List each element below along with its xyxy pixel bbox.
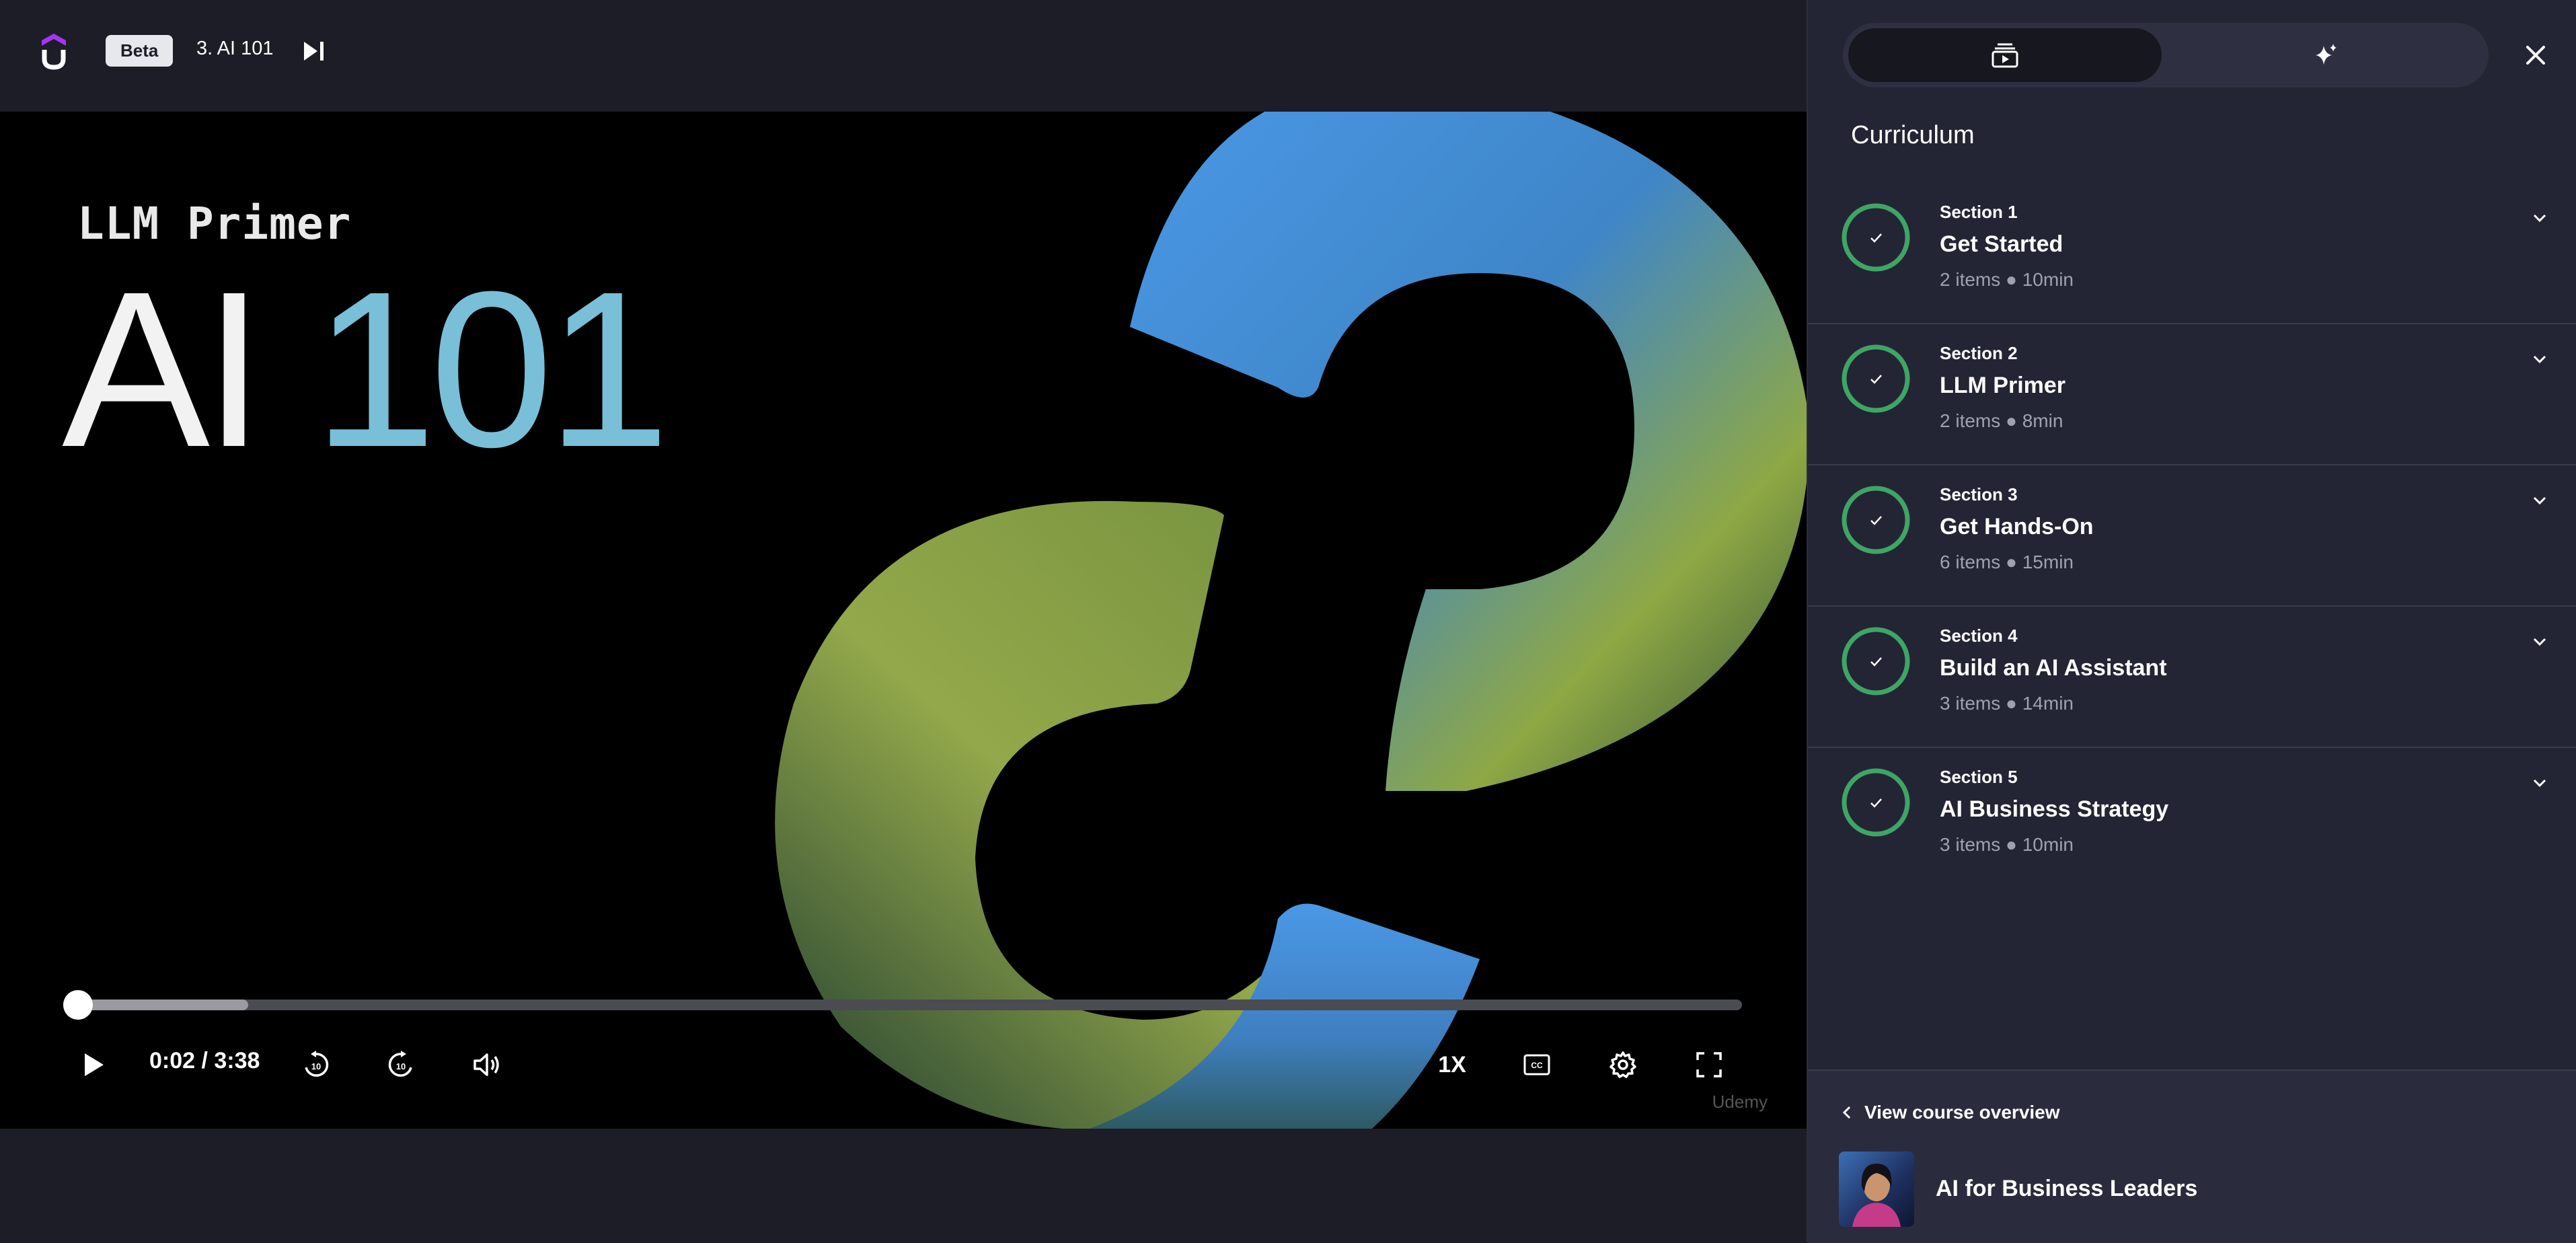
tab-curriculum[interactable] xyxy=(1848,28,2162,82)
video-title-text: AI 101 xyxy=(62,258,670,480)
play-icon xyxy=(85,1053,104,1076)
section-name: Get Started xyxy=(1940,231,2063,257)
volume-icon xyxy=(473,1053,499,1076)
forward-10-button[interactable]: 10 xyxy=(381,1041,421,1088)
below-player-area xyxy=(0,1129,1807,1242)
playlist-icon xyxy=(1992,43,2018,68)
volume-button[interactable] xyxy=(467,1041,507,1088)
captions-button[interactable]: CC xyxy=(1513,1041,1560,1088)
section-label: Section 4 xyxy=(1940,626,2018,646)
section-item[interactable]: Section 2 LLM Primer 2 items ● 8min xyxy=(1808,324,2576,465)
player-header: Beta 3. AI 101 xyxy=(0,0,1807,112)
video-title-number: 101 xyxy=(313,245,670,493)
section-meta: 2 items ● 10min xyxy=(1940,269,2074,290)
time-display: 0:02 / 3:38 xyxy=(149,1048,260,1074)
settings-button[interactable] xyxy=(1599,1041,1646,1088)
section-name: Get Hands-On xyxy=(1940,514,2094,539)
section-meta: 3 items ● 10min xyxy=(1940,834,2074,855)
tab-ai-assistant[interactable] xyxy=(2170,28,2483,82)
rewind-10-button[interactable]: 10 xyxy=(296,1041,336,1088)
section-label: Section 5 xyxy=(1940,767,2018,787)
section-label: Section 3 xyxy=(1940,484,2018,504)
closed-captions-icon: CC xyxy=(1523,1054,1550,1076)
course-name: AI for Business Leaders xyxy=(1936,1176,2198,1201)
section-meta: 2 items ● 8min xyxy=(1940,410,2063,431)
completed-check-icon xyxy=(1842,344,1910,413)
beta-badge: Beta xyxy=(106,35,174,67)
lecture-title: 3. AI 101 xyxy=(196,38,274,59)
playback-speed-button[interactable]: 1X xyxy=(1429,1041,1476,1088)
section-item[interactable]: Section 3 Get Hands-On 6 items ● 15min xyxy=(1808,465,2576,607)
curriculum-heading: Curriculum xyxy=(1851,121,1975,149)
watermark-text: Udemy xyxy=(1712,1092,1768,1112)
video-title-word: AI xyxy=(62,245,265,493)
section-meta: 6 items ● 15min xyxy=(1940,552,2074,572)
section-name: Build an AI Assistant xyxy=(1940,655,2167,681)
view-course-overview-link[interactable]: View course overview xyxy=(1842,1102,2060,1123)
section-meta: 3 items ● 14min xyxy=(1940,693,2074,714)
course-sidebar: Curriculum Section 1 Get Started 2 items… xyxy=(1807,0,2576,1243)
video-kicker-text: LLM Primer xyxy=(77,198,352,250)
section-item[interactable]: Section 5 AI Business Strategy 3 items ●… xyxy=(1808,748,2576,888)
section-label: Section 1 xyxy=(1940,202,2018,222)
course-thumbnail-image[interactable] xyxy=(1839,1152,1914,1227)
section-name: LLM Primer xyxy=(1940,373,2066,398)
chevron-down-icon xyxy=(2533,214,2546,223)
section-item[interactable]: Section 4 Build an AI Assistant 3 items … xyxy=(1808,607,2576,748)
playback-speed-label: 1X xyxy=(1438,1051,1466,1078)
section-item[interactable]: Section 1 Get Started 2 items ● 10min xyxy=(1808,183,2576,324)
view-course-overview-label: View course overview xyxy=(1864,1102,2060,1123)
chevron-down-icon xyxy=(2533,779,2546,788)
completed-check-icon xyxy=(1842,627,1910,695)
svg-text:CC: CC xyxy=(1531,1061,1543,1070)
skip-next-icon[interactable] xyxy=(301,38,328,65)
udemy-logo-icon[interactable] xyxy=(39,32,69,70)
fullscreen-button[interactable] xyxy=(1685,1041,1733,1088)
completed-check-icon xyxy=(1842,768,1910,837)
completed-check-icon xyxy=(1842,203,1910,272)
completed-check-icon xyxy=(1842,486,1910,554)
play-button[interactable] xyxy=(74,1041,114,1088)
chevron-down-icon xyxy=(2533,496,2546,505)
progress-bar[interactable] xyxy=(63,990,1742,1020)
chevron-down-icon xyxy=(2533,638,2546,646)
section-name: AI Business Strategy xyxy=(1940,796,2169,822)
sidebar-tabs xyxy=(1843,23,2489,87)
gear-icon xyxy=(1609,1051,1636,1078)
fullscreen-icon xyxy=(1696,1052,1722,1078)
svg-text:10: 10 xyxy=(396,1061,406,1071)
forward-10-icon: 10 xyxy=(388,1051,412,1077)
chevron-down-icon xyxy=(2533,355,2546,364)
rewind-10-icon: 10 xyxy=(305,1051,329,1077)
sparkle-icon xyxy=(2316,44,2337,65)
chevron-left-icon xyxy=(1842,1106,1851,1119)
video-player[interactable]: LLM Primer AI 101 Udemy xyxy=(0,112,1807,1129)
close-icon[interactable] xyxy=(2520,39,2552,71)
svg-text:10: 10 xyxy=(311,1061,321,1071)
section-label: Section 2 xyxy=(1940,343,2018,363)
sidebar-footer: View course overview AI for Business Lea… xyxy=(1808,1069,2576,1243)
